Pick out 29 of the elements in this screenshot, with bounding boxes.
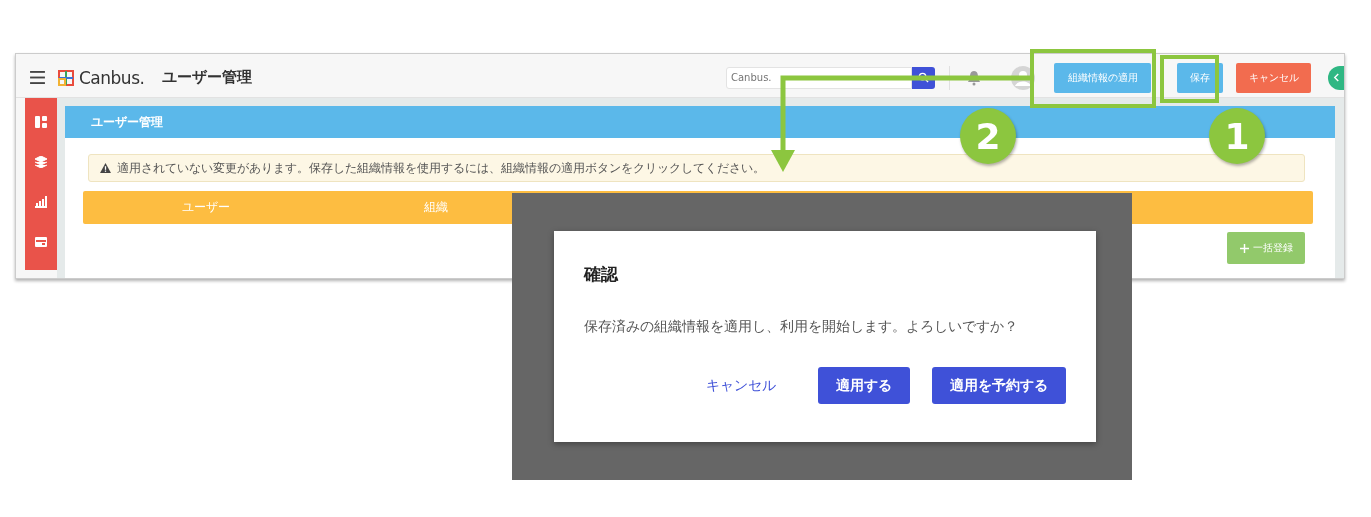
chevron-icon — [1332, 73, 1340, 82]
highlight-frame — [1160, 55, 1219, 103]
avatar-icon[interactable] — [1011, 65, 1035, 90]
page-title: ユーザー管理 — [162, 68, 253, 87]
panel-title: ユーザー管理 — [91, 113, 163, 131]
warning-icon — [100, 163, 111, 173]
save-button[interactable]: 保存 — [1177, 62, 1223, 93]
cancel-button[interactable]: キャンセル — [1236, 62, 1311, 93]
bell-icon[interactable] — [967, 69, 981, 86]
column-header: ユーザー — [180, 199, 231, 216]
cancel-link[interactable]: キャンセル — [702, 367, 780, 404]
plus-icon — [1239, 243, 1249, 253]
bar-chart-icon[interactable] — [35, 196, 47, 208]
alert-text: 適用されていない変更があります。保存した組織情報を使用するには、組織情報の適用ボタンをクリックしてください。 — [117, 159, 765, 177]
bulk-register-button[interactable]: 一括登録 — [1227, 232, 1305, 264]
search-icon — [918, 72, 929, 83]
dialog-message: 保存済みの組織情報を適用し、利用を開始します。よろしいですか？ — [584, 318, 1019, 336]
column-header: 組織 — [422, 199, 449, 216]
logo-icon — [58, 69, 74, 86]
collapse-button[interactable] — [1328, 65, 1344, 90]
dashboard-icon[interactable] — [35, 116, 47, 128]
confirm-button[interactable]: 適用する — [818, 367, 910, 404]
confirm-button[interactable]: 適用を予約する — [932, 367, 1066, 404]
apply-button[interactable]: 組織情報の適用 — [1054, 62, 1151, 93]
logo-text: Canbus. — [79, 67, 145, 88]
layers-icon[interactable] — [35, 156, 47, 168]
dialog-title: 確認 — [584, 263, 620, 286]
card-icon[interactable] — [35, 236, 47, 248]
menu-icon[interactable] — [30, 71, 45, 84]
